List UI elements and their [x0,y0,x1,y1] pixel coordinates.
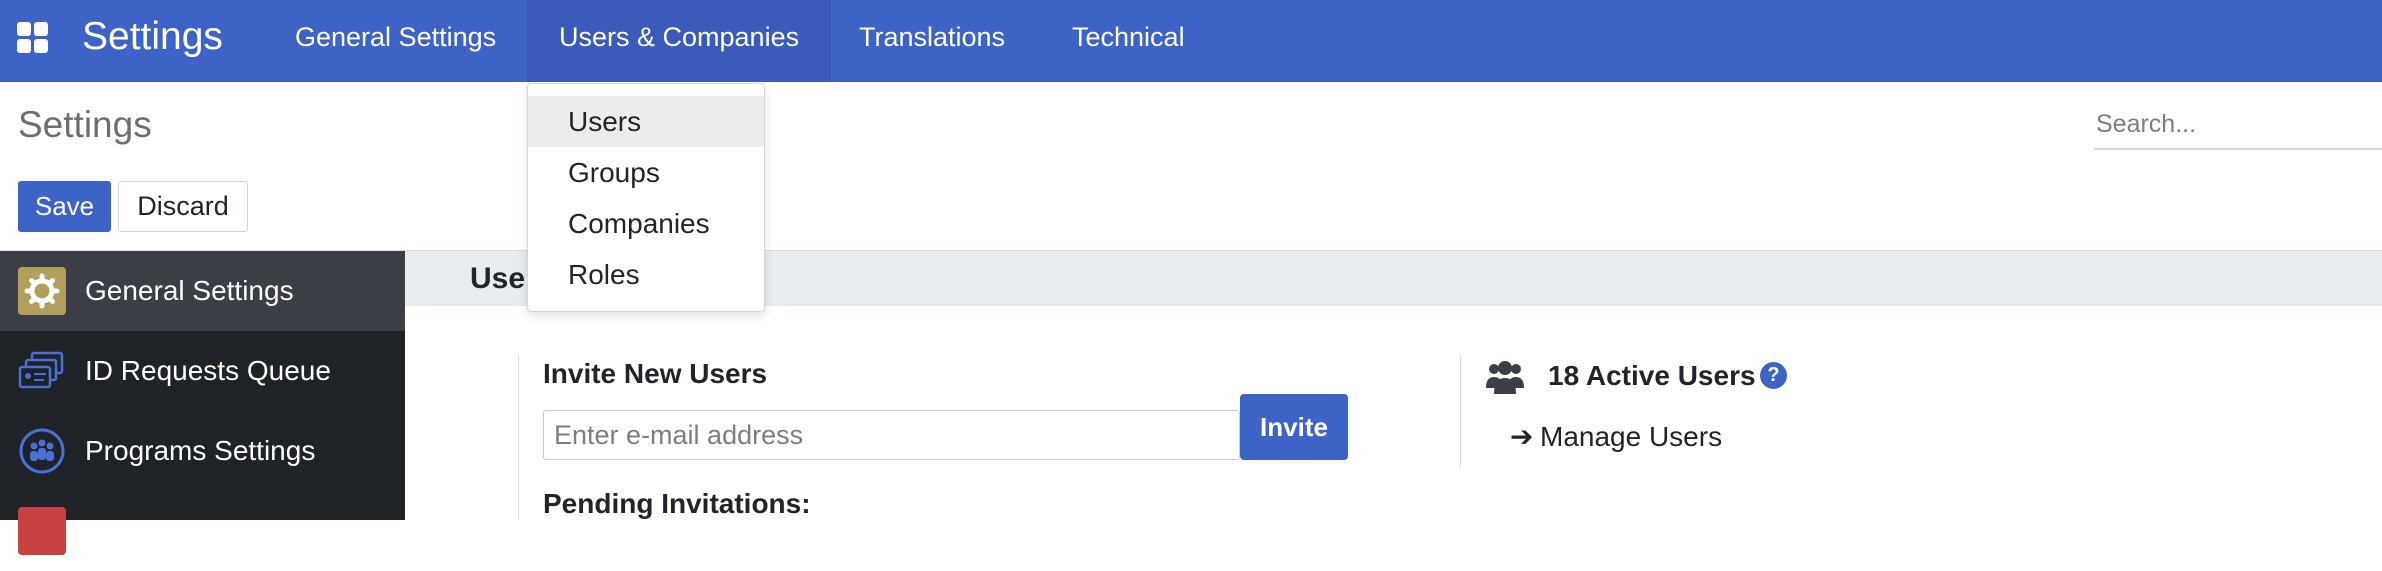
invite-button[interactable]: Invite [1240,394,1348,460]
sidebar-item-general-settings[interactable]: General Settings [0,251,405,331]
app-icon [18,507,66,555]
sidebar-item-label: ID Requests Queue [85,355,331,386]
menu-users-companies[interactable]: Users & Companies [527,0,832,82]
search-input[interactable] [2094,100,2382,150]
invite-title: Invite New Users [543,358,768,389]
sidebar-item-programs-settings[interactable]: Programs Settings [0,411,405,491]
app-brand[interactable]: Settings [82,0,223,82]
menu-general-settings[interactable]: General Settings [263,0,528,82]
manage-users-link[interactable]: Manage Users [1540,421,1722,453]
sidebar-item-label: General Settings [85,275,294,306]
dropdown-item-groups[interactable]: Groups [528,147,764,198]
apps-grid-icon[interactable] [17,22,51,56]
discard-button[interactable]: Discard [118,181,248,232]
help-icon[interactable]: ? [1760,362,1787,389]
people-circle-icon [18,427,66,475]
users-companies-dropdown: Users Groups Companies Roles [527,83,765,312]
pending-invitations-label: Pending Invitations: [543,488,811,519]
sidebar-item-label: Programs Settings [85,435,316,466]
arrow-right-icon: ➔ [1510,421,1534,452]
sidebar-item-app[interactable] [0,491,405,571]
save-button[interactable]: Save [18,181,111,232]
dropdown-item-roles[interactable]: Roles [528,249,764,300]
dropdown-item-users[interactable]: Users [528,96,764,147]
active-users-count: 18 Active Users [1548,360,1756,391]
dropdown-item-companies[interactable]: Companies [528,198,764,249]
email-field[interactable] [543,410,1240,460]
top-navbar: Settings General Settings Users & Compan… [0,0,2382,82]
users-icon [1485,358,1525,396]
menu-translations[interactable]: Translations [827,0,1037,82]
settings-sidebar: General Settings ID Requests Queue Progr… [0,251,405,555]
breadcrumb: Settings [18,104,152,145]
id-cards-icon [18,347,66,395]
menu-technical[interactable]: Technical [1040,0,1217,82]
gear-icon [18,267,66,315]
divider [518,355,519,520]
divider [1460,355,1461,467]
sidebar-item-id-requests-queue[interactable]: ID Requests Queue [0,331,405,411]
